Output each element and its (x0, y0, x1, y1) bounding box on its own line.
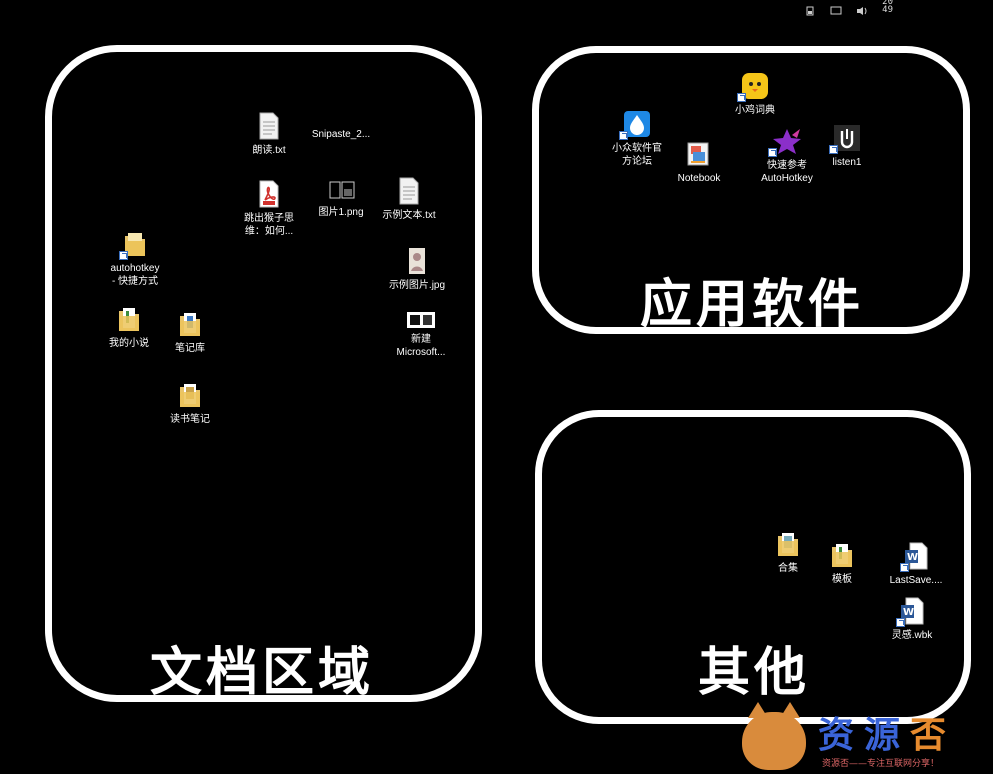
photo-file-icon (405, 247, 429, 275)
folder-icon (119, 230, 147, 260)
notification-icon[interactable] (830, 1, 842, 15)
icon-label: 小鸡词典 (735, 105, 775, 116)
system-tray: 20 49 (804, 0, 893, 16)
folder-icon (178, 381, 202, 409)
folder-icon (776, 530, 800, 558)
shortcut-arrow-icon (768, 148, 777, 157)
desktop-icon-lastsave[interactable]: W LastSave.... (876, 542, 956, 587)
icon-label: 新建 Microsoft... (396, 334, 446, 358)
text-file-icon (397, 177, 421, 205)
icon-label: 笔记库 (175, 343, 205, 354)
folder-icon (117, 305, 141, 333)
volume-icon[interactable] (856, 1, 868, 15)
listen1-app-icon (829, 124, 861, 154)
text-file-icon (257, 112, 281, 140)
clock[interactable]: 20 49 (882, 0, 893, 15)
desktop-icon-shili-txt[interactable]: 示例文本.txt (369, 177, 449, 222)
notebook-app-icon (685, 140, 713, 168)
icon-label: LastSave.... (889, 575, 943, 586)
desktop-icon-dushu-biji[interactable]: 读书笔记 (150, 381, 230, 426)
icon-label: 图片1.png (318, 207, 364, 218)
shortcut-arrow-icon (737, 93, 746, 102)
desktop-icon-linggan-wbk[interactable]: W 灵感.wbk (872, 597, 952, 642)
word-document-icon: W (896, 597, 924, 627)
chick-dictionary-icon (737, 72, 769, 102)
watermark-subtitle: 资源否——专注互联网分享！ (822, 759, 940, 769)
desktop-icon-xinjian-microsoft[interactable]: 新建 Microsoft... (381, 311, 461, 359)
other-zone-title: 其他 (698, 643, 811, 703)
icon-label: 合集 (778, 563, 798, 574)
battery-icon[interactable] (804, 1, 816, 16)
shortcut-arrow-icon (829, 145, 838, 154)
icon-label: Snipaste_2... (311, 129, 371, 140)
icon-label: 灵感.wbk (891, 630, 933, 641)
site-watermark: 资源否 资源否——专注互联网分享！ (742, 702, 992, 774)
icon-label: 朗读.txt (252, 145, 286, 156)
icon-label: 快速参考 AutoHotkey (761, 160, 813, 184)
watermark-title-main: 资源 (818, 715, 911, 756)
icon-label: listen1 (832, 157, 862, 168)
document-file-icon (406, 311, 436, 329)
desktop-icon-autohotkey-shortcut[interactable]: autohotkey - 快捷方式 (95, 230, 175, 288)
folder-icon (830, 541, 854, 569)
word-document-icon: W (900, 542, 928, 572)
desktop-icon-listen1[interactable]: listen1 (807, 124, 887, 169)
icon-label: 我的小说 (109, 338, 149, 349)
watermark-title-accent: 否 (910, 715, 957, 756)
icon-label: 跳出猴子思 维：如何... (244, 213, 294, 237)
desktop-icon-bijiku[interactable]: 笔记库 (150, 310, 230, 355)
icon-label: autohotkey - 快捷方式 (110, 263, 160, 287)
documents-zone-title: 文档区域 (150, 643, 375, 703)
icon-label: 小众软件官 方论坛 (612, 143, 662, 167)
desktop-icon-langdu-txt[interactable]: 朗读.txt (229, 112, 309, 157)
svg-text:W: W (903, 607, 914, 618)
icon-label: 读书笔记 (170, 414, 210, 425)
icon-label: 示例图片.jpg (388, 280, 446, 291)
apps-zone-title: 应用软件 (640, 275, 865, 335)
icon-label: 示例文本.txt (382, 210, 436, 221)
desktop-icon-notebook[interactable]: Notebook (659, 140, 739, 185)
desktop-icon-shili-jpg[interactable]: 示例图片.jpg (377, 247, 457, 292)
shortcut-arrow-icon (619, 131, 628, 140)
pdf-file-icon (257, 180, 281, 208)
icon-label: Notebook (677, 173, 721, 184)
shortcut-arrow-icon (896, 618, 905, 627)
folder-icon (178, 310, 202, 338)
cat-logo-icon (742, 702, 806, 770)
shortcut-arrow-icon (119, 251, 128, 260)
desktop-icon-xiaoji-cidian[interactable]: 小鸡词典 (715, 72, 795, 117)
desktop-icon-muban[interactable]: 模板 (802, 541, 882, 586)
watermark-title: 资源否 (818, 706, 956, 758)
image-file-icon (329, 180, 355, 202)
shortcut-arrow-icon (900, 563, 909, 572)
desktop-icon-snipaste[interactable]: Snipaste_2... (301, 128, 381, 141)
star-app-icon (768, 127, 802, 157)
icon-label: 模板 (832, 574, 852, 585)
water-drop-app-icon (619, 110, 651, 140)
desktop-icon-tiaochu-pdf[interactable]: 跳出猴子思 维：如何... (229, 180, 309, 238)
svg-text:W: W (907, 552, 918, 563)
